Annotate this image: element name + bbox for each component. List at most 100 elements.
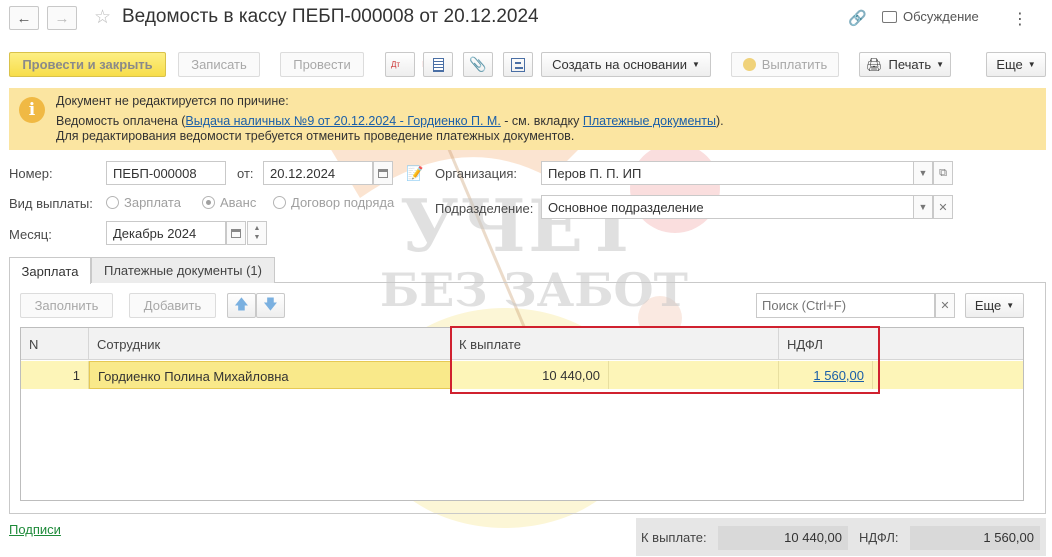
radio-salary[interactable]: Зарплата: [106, 195, 181, 210]
dt-kt-button[interactable]: Дт Кт: [385, 52, 431, 77]
arrow-up-icon: 🡅: [234, 295, 249, 312]
comment-icon[interactable]: 📝: [406, 165, 423, 182]
row-number: 1: [21, 361, 89, 389]
arrow-left-icon: ←: [16, 9, 32, 27]
row-filler: [873, 361, 1023, 389]
link-icon: 🔗: [848, 10, 867, 27]
pay-label: Выплатить: [761, 57, 828, 72]
number-field[interactable]: ПЕБП-000008: [106, 161, 226, 185]
create-based-on-label: Создать на основании: [552, 57, 687, 72]
date-calendar-button[interactable]: [373, 161, 393, 185]
organization-label: Организация:: [435, 166, 518, 181]
arrow-down-icon: 🡇: [263, 295, 278, 312]
chevron-down-icon: ▼: [1006, 301, 1015, 310]
payment-documents-link[interactable]: Платежные документы: [583, 114, 716, 128]
pay-button[interactable]: Выплатить: [731, 52, 839, 77]
link-button[interactable]: 🔗: [848, 9, 867, 27]
radio-contract-label: Договор подряда: [291, 195, 395, 210]
move-up-button[interactable]: 🡅: [227, 293, 256, 318]
more-label: Еще: [996, 57, 1023, 72]
journal-button[interactable]: [423, 52, 453, 77]
column-header-employee[interactable]: Сотрудник: [89, 328, 451, 360]
month-stepper[interactable]: ▲ ▼: [247, 221, 267, 245]
discussion-button[interactable]: Обсуждение: [882, 9, 979, 24]
column-header-n[interactable]: N: [21, 328, 89, 360]
close-icon: ✕: [940, 300, 950, 312]
chevron-down-icon: ▼: [936, 60, 945, 69]
window-menu-button[interactable]: ⋮: [1012, 9, 1028, 29]
attach-button[interactable]: 📎: [463, 52, 493, 77]
row-employee[interactable]: Гордиенко Полина Михайловна: [89, 361, 451, 389]
date-label: от:: [237, 166, 254, 181]
organization-field[interactable]: Перов П. П. ИП: [541, 161, 914, 185]
month-field[interactable]: Декабрь 2024: [106, 221, 226, 245]
forward-button[interactable]: →: [47, 6, 77, 30]
close-icon: ✕: [938, 201, 948, 214]
search-clear-button[interactable]: ✕: [935, 293, 955, 318]
radio-salary-label: Зарплата: [124, 195, 181, 210]
department-field[interactable]: Основное подразделение: [541, 195, 914, 219]
calendar-icon: [378, 168, 388, 178]
table-more-button[interactable]: Еще ▼: [965, 293, 1024, 318]
radio-advance[interactable]: Аванс: [202, 195, 256, 210]
discussion-label: Обсуждение: [903, 9, 979, 24]
read-only-notice: i Документ не редактируется по причине: …: [9, 88, 1046, 150]
print-button[interactable]: 🖨 Печать ▼: [859, 52, 951, 77]
fill-button[interactable]: Заполнить: [20, 293, 113, 318]
coin-icon: [742, 58, 756, 71]
date-field[interactable]: 20.12.2024: [263, 161, 373, 185]
favorite-star-icon[interactable]: ☆: [94, 6, 111, 29]
paperclip-icon: 📎: [469, 56, 487, 72]
radio-advance-label: Аванс: [220, 195, 257, 210]
search-input[interactable]: [756, 293, 935, 318]
cash-payment-link[interactable]: Выдача наличных №9 от 20.12.2024 - Горди…: [185, 114, 500, 128]
radio-contract[interactable]: Договор подряда: [273, 195, 394, 210]
post-and-close-button[interactable]: Провести и закрыть: [9, 52, 166, 77]
create-based-on-button[interactable]: Создать на основании ▼: [541, 52, 711, 77]
move-down-button[interactable]: 🡇: [256, 293, 285, 318]
payment-type-label: Вид выплаты:: [9, 196, 93, 211]
printer-icon: 🖨: [865, 56, 883, 72]
tab-salary[interactable]: Зарплата: [9, 257, 91, 284]
notice-line2-suffix: ).: [716, 114, 724, 128]
tab-payment-documents[interactable]: Платежные документы (1): [91, 257, 275, 283]
back-button[interactable]: ←: [9, 6, 39, 30]
notice-line3: Для редактирования ведомости требуется о…: [56, 129, 575, 143]
list-icon: [432, 57, 444, 72]
info-icon: i: [19, 97, 45, 123]
organization-dropdown[interactable]: ▼: [913, 161, 933, 185]
save-button[interactable]: Записать: [178, 52, 260, 77]
total-to-pay-value: 10 440,00: [718, 526, 848, 550]
organization-open-button[interactable]: ⧉: [933, 161, 953, 185]
total-to-pay-label: К выплате:: [641, 530, 707, 545]
chevron-down-icon: ▼: [1027, 60, 1036, 69]
department-label: Подразделение:: [435, 201, 534, 216]
print-label: Печать: [888, 57, 932, 72]
more-button[interactable]: Еще ▼: [986, 52, 1046, 77]
radio-circle-icon: [273, 196, 286, 209]
notice-line2-prefix: Ведомость оплачена (: [56, 114, 186, 128]
month-label: Месяц:: [9, 227, 52, 242]
total-ndfl-value: 1 560,00: [910, 526, 1040, 550]
total-ndfl-label: НДФЛ:: [859, 530, 899, 545]
signatures-link[interactable]: Подписи: [9, 522, 61, 537]
chevron-down-icon: ▼: [918, 202, 928, 212]
number-label: Номер:: [9, 166, 53, 181]
department-dropdown[interactable]: ▼: [913, 195, 933, 219]
structure-icon: [511, 57, 525, 72]
chevron-up-icon: ▲: [253, 225, 261, 232]
table-more-label: Еще: [974, 298, 1002, 313]
highlight-box: [450, 326, 880, 394]
chevron-down-icon: ▼: [691, 60, 700, 69]
add-button[interactable]: Добавить: [129, 293, 216, 318]
dt-kt-icon: Дт Кт: [391, 59, 431, 69]
structure-button[interactable]: [503, 52, 533, 77]
calendar-icon: [231, 228, 241, 238]
department-clear-button[interactable]: ✕: [933, 195, 953, 219]
post-button[interactable]: Провести: [280, 52, 364, 77]
month-calendar-button[interactable]: [226, 221, 246, 245]
notice-line1: Документ не редактируется по причине:: [56, 94, 289, 108]
more-vertical-icon: ⋮: [1012, 11, 1028, 28]
notice-line2-mid: - см. вкладку: [500, 114, 583, 128]
notice-line2: Ведомость оплачена (Выдача наличных №9 о…: [56, 114, 724, 128]
